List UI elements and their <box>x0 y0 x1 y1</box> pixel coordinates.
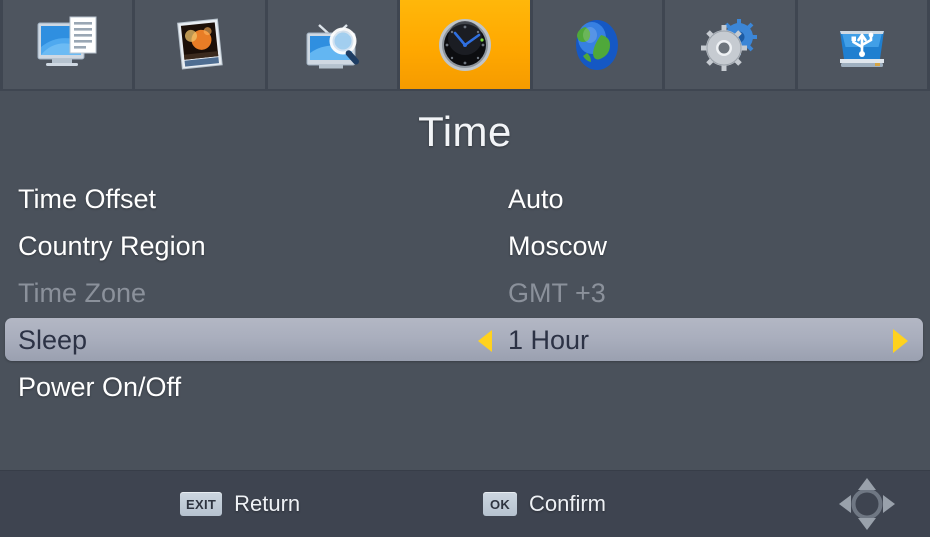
globe-icon <box>576 19 619 70</box>
setting-label: Time Zone <box>18 278 147 308</box>
tab-usb[interactable] <box>797 0 930 89</box>
setting-value: Auto <box>508 184 564 214</box>
tv-settings-screen: Time Time Offset Auto Country Region Mos… <box>0 0 930 537</box>
setting-label: Time Offset <box>18 184 157 214</box>
list-item-sleep[interactable]: Sleep 1 Hour <box>0 317 930 364</box>
tab-media[interactable] <box>135 0 268 89</box>
tab-picture[interactable] <box>0 0 136 89</box>
list-item-country-region[interactable]: Country Region Moscow <box>0 223 930 270</box>
selection-highlight <box>5 318 923 361</box>
gears-icon <box>700 18 757 71</box>
exit-hint-label: Return <box>234 491 301 516</box>
setting-label: Sleep <box>18 325 88 355</box>
tab-time[interactable] <box>400 0 533 89</box>
dpad-icon <box>839 478 895 530</box>
previous-value-arrow-icon[interactable] <box>478 329 492 352</box>
tv-search-icon <box>306 23 359 68</box>
setting-value: 1 Hour <box>508 325 590 355</box>
settings-list: Time Offset Auto Country Region Moscow T… <box>0 176 930 411</box>
page-title: Time <box>418 108 512 155</box>
tab-network[interactable] <box>532 0 666 89</box>
usb-drive-icon <box>840 30 885 67</box>
clock-icon <box>438 18 491 71</box>
hint-exit[interactable]: EXIT Return <box>180 491 300 517</box>
ok-hint-label: Confirm <box>529 491 607 516</box>
footer-hint-bar: EXIT Return OK Confirm <box>0 470 930 537</box>
ok-key-badge: OK <box>483 492 517 516</box>
exit-key-badge: EXIT <box>180 492 223 516</box>
photo-icon <box>177 17 223 70</box>
list-item-time-zone: Time Zone GMT +3 <box>0 270 930 317</box>
setting-label: Country Region <box>18 231 206 261</box>
list-item-time-offset[interactable]: Time Offset Auto <box>0 176 930 223</box>
monitor-document-icon <box>37 16 97 66</box>
list-item-power-on-off[interactable]: Power On/Off <box>0 364 930 411</box>
setting-label: Power On/Off <box>18 372 182 402</box>
hint-ok[interactable]: OK Confirm <box>483 491 606 517</box>
tab-search[interactable] <box>267 0 401 89</box>
setting-value: Moscow <box>508 231 608 261</box>
next-value-arrow-icon[interactable] <box>893 328 908 353</box>
tab-system[interactable] <box>665 0 798 89</box>
setting-value: GMT +3 <box>508 278 606 308</box>
main-tab-bar <box>0 0 930 91</box>
